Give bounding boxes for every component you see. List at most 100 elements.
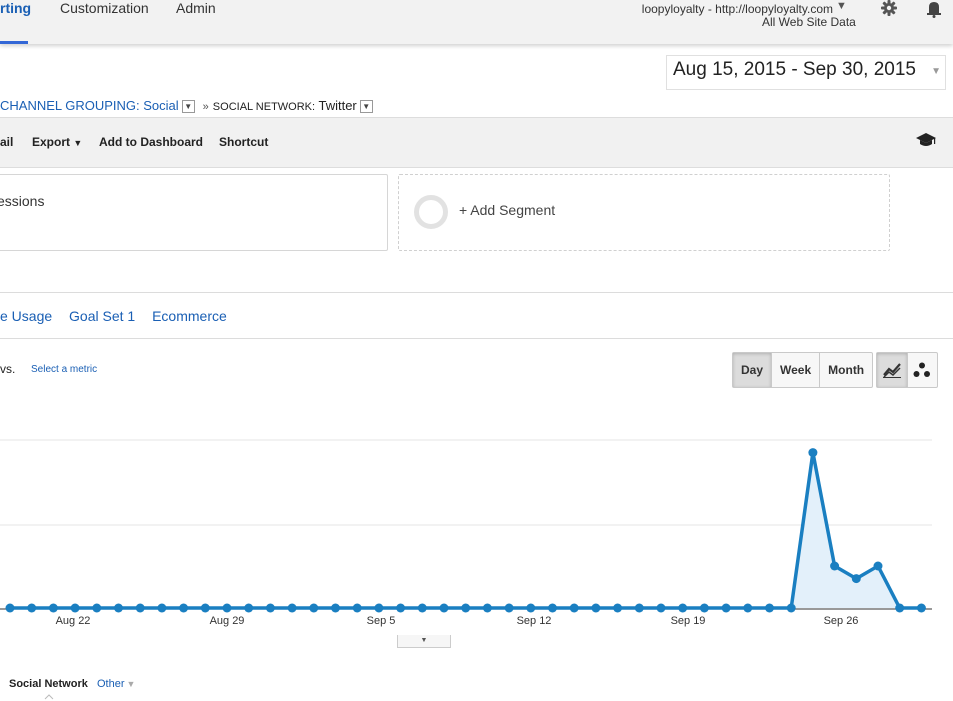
chart-type-toggle: [876, 352, 938, 388]
select-metric-link[interactable]: Select a metric: [31, 364, 97, 375]
shortcut-button[interactable]: Shortcut: [219, 135, 268, 149]
data-point[interactable]: [27, 603, 37, 613]
period-toggle: Day Week Month: [732, 352, 874, 388]
data-point[interactable]: [222, 603, 232, 613]
graduation-cap-icon[interactable]: [915, 131, 937, 149]
data-point[interactable]: [613, 603, 623, 613]
data-point[interactable]: [200, 603, 210, 613]
data-point[interactable]: [287, 603, 297, 613]
data-point[interactable]: [352, 603, 362, 613]
x-tick-label: Sep 19: [671, 615, 706, 627]
data-point[interactable]: [569, 603, 579, 613]
data-point[interactable]: [482, 603, 492, 613]
data-point[interactable]: [439, 603, 449, 613]
account-property-name[interactable]: loopyloyalty - http://loopyloyalty.com: [642, 2, 833, 16]
data-point[interactable]: [765, 603, 774, 613]
date-range-picker[interactable]: Aug 15, 2015 - Sep 30, 2015 ▼: [666, 55, 946, 90]
gear-icon[interactable]: [880, 0, 898, 18]
add-to-dashboard-button[interactable]: Add to Dashboard: [99, 135, 203, 149]
data-point[interactable]: [526, 603, 536, 613]
series-line: [10, 452, 922, 610]
data-point[interactable]: [743, 603, 753, 613]
data-point[interactable]: [504, 603, 514, 613]
account-chevron-down-icon[interactable]: ▼: [836, 0, 847, 12]
data-point[interactable]: [157, 603, 167, 613]
day-button[interactable]: Day: [733, 353, 773, 387]
social-network-dropdown-icon[interactable]: ▼: [359, 100, 373, 114]
data-point[interactable]: [699, 603, 709, 613]
tab-reporting[interactable]: rting: [0, 0, 31, 44]
data-point[interactable]: [48, 603, 58, 613]
breadcrumb-social-network-value: Twitter: [318, 98, 357, 113]
export-button[interactable]: Export ▼: [32, 135, 82, 149]
email-button[interactable]: ail: [0, 135, 13, 149]
data-point[interactable]: [309, 603, 319, 613]
active-tab-indicator: [0, 41, 28, 44]
segment-all-sessions[interactable]: essions: [0, 174, 388, 251]
data-point[interactable]: [656, 603, 666, 613]
data-point[interactable]: [678, 603, 688, 613]
sessions-line-chart: Aug 22 Aug 29 Sep 5 Sep 12 Sep 19 Sep 26: [0, 439, 932, 627]
tab-customization[interactable]: Customization: [60, 0, 149, 44]
data-point[interactable]: [721, 603, 731, 613]
segment-label: essions: [0, 193, 45, 209]
data-point[interactable]: [417, 603, 427, 613]
data-point[interactable]: [374, 603, 384, 613]
month-button[interactable]: Month: [820, 353, 872, 387]
add-segment-button[interactable]: + Add Segment: [398, 174, 890, 251]
data-point[interactable]: [634, 603, 644, 613]
breadcrumb-channel-grouping[interactable]: CHANNEL GROUPING: Social: [0, 98, 179, 113]
data-point[interactable]: [5, 603, 15, 613]
chevron-down-icon: ▼: [126, 679, 136, 689]
data-point[interactable]: [786, 603, 796, 613]
export-label: Export: [32, 135, 71, 149]
divider: [0, 338, 953, 339]
divider: [0, 292, 953, 293]
tab-site-usage[interactable]: e Usage: [0, 308, 52, 324]
data-point[interactable]: [461, 603, 471, 613]
channel-grouping-dropdown-icon[interactable]: ▼: [181, 100, 195, 114]
data-point[interactable]: [851, 574, 861, 584]
week-button[interactable]: Week: [772, 353, 821, 387]
data-point[interactable]: [830, 561, 840, 571]
add-segment-label: + Add Segment: [459, 202, 556, 218]
motion-chart-button[interactable]: [908, 353, 938, 387]
breadcrumb: CHANNEL GROUPING: Social ▼» SOCIAL NETWORK…: [0, 98, 377, 116]
data-point[interactable]: [591, 603, 601, 613]
line-chart-button[interactable]: [877, 353, 908, 387]
data-point[interactable]: [70, 603, 80, 613]
tab-ecommerce[interactable]: Ecommerce: [152, 308, 227, 324]
data-point[interactable]: [396, 603, 406, 613]
data-point[interactable]: [548, 603, 557, 613]
report-toolbar: ail Export ▼ Add to Dashboard Shortcut: [0, 117, 953, 168]
data-point[interactable]: [895, 603, 905, 613]
series-area: [10, 452, 922, 608]
notifications-bell-icon[interactable]: [925, 0, 943, 18]
data-point[interactable]: [179, 603, 189, 613]
chart-collapse-toggle[interactable]: ▼: [397, 635, 451, 648]
chevron-down-icon: ▼: [931, 66, 941, 77]
data-point[interactable]: [331, 603, 340, 613]
x-tick-label: Aug 29: [210, 615, 245, 627]
x-tick-label: Sep 5: [367, 615, 396, 627]
x-tick-label: Sep 12: [517, 615, 552, 627]
tab-admin[interactable]: Admin: [176, 0, 216, 44]
data-point[interactable]: [135, 603, 145, 613]
other-dimension-dropdown[interactable]: Other ▼: [97, 678, 135, 690]
explorer-tabs: e Usage Goal Set 1 Ecommerce: [0, 308, 240, 324]
top-navigation-bar: rting Customization Admin loopyloyalty -…: [0, 0, 953, 44]
data-point[interactable]: [92, 603, 102, 613]
data-point[interactable]: [873, 561, 883, 571]
breadcrumb-social-network-label: SOCIAL NETWORK:: [212, 101, 316, 113]
data-point[interactable]: [244, 603, 254, 613]
account-view-name[interactable]: All Web Site Data: [762, 15, 856, 29]
data-point[interactable]: [114, 603, 123, 613]
data-point[interactable]: [265, 603, 275, 613]
data-point[interactable]: [916, 603, 926, 613]
chart-x-axis: Aug 22 Aug 29 Sep 5 Sep 12 Sep 19 Sep 26: [56, 615, 859, 627]
chart-area: [10, 452, 922, 610]
metric-vs-label: vs.: [0, 362, 16, 376]
date-range-label: Aug 15, 2015 - Sep 30, 2015: [673, 59, 916, 80]
tab-goal-set-1[interactable]: Goal Set 1: [69, 308, 135, 324]
data-point[interactable]: [808, 448, 818, 458]
